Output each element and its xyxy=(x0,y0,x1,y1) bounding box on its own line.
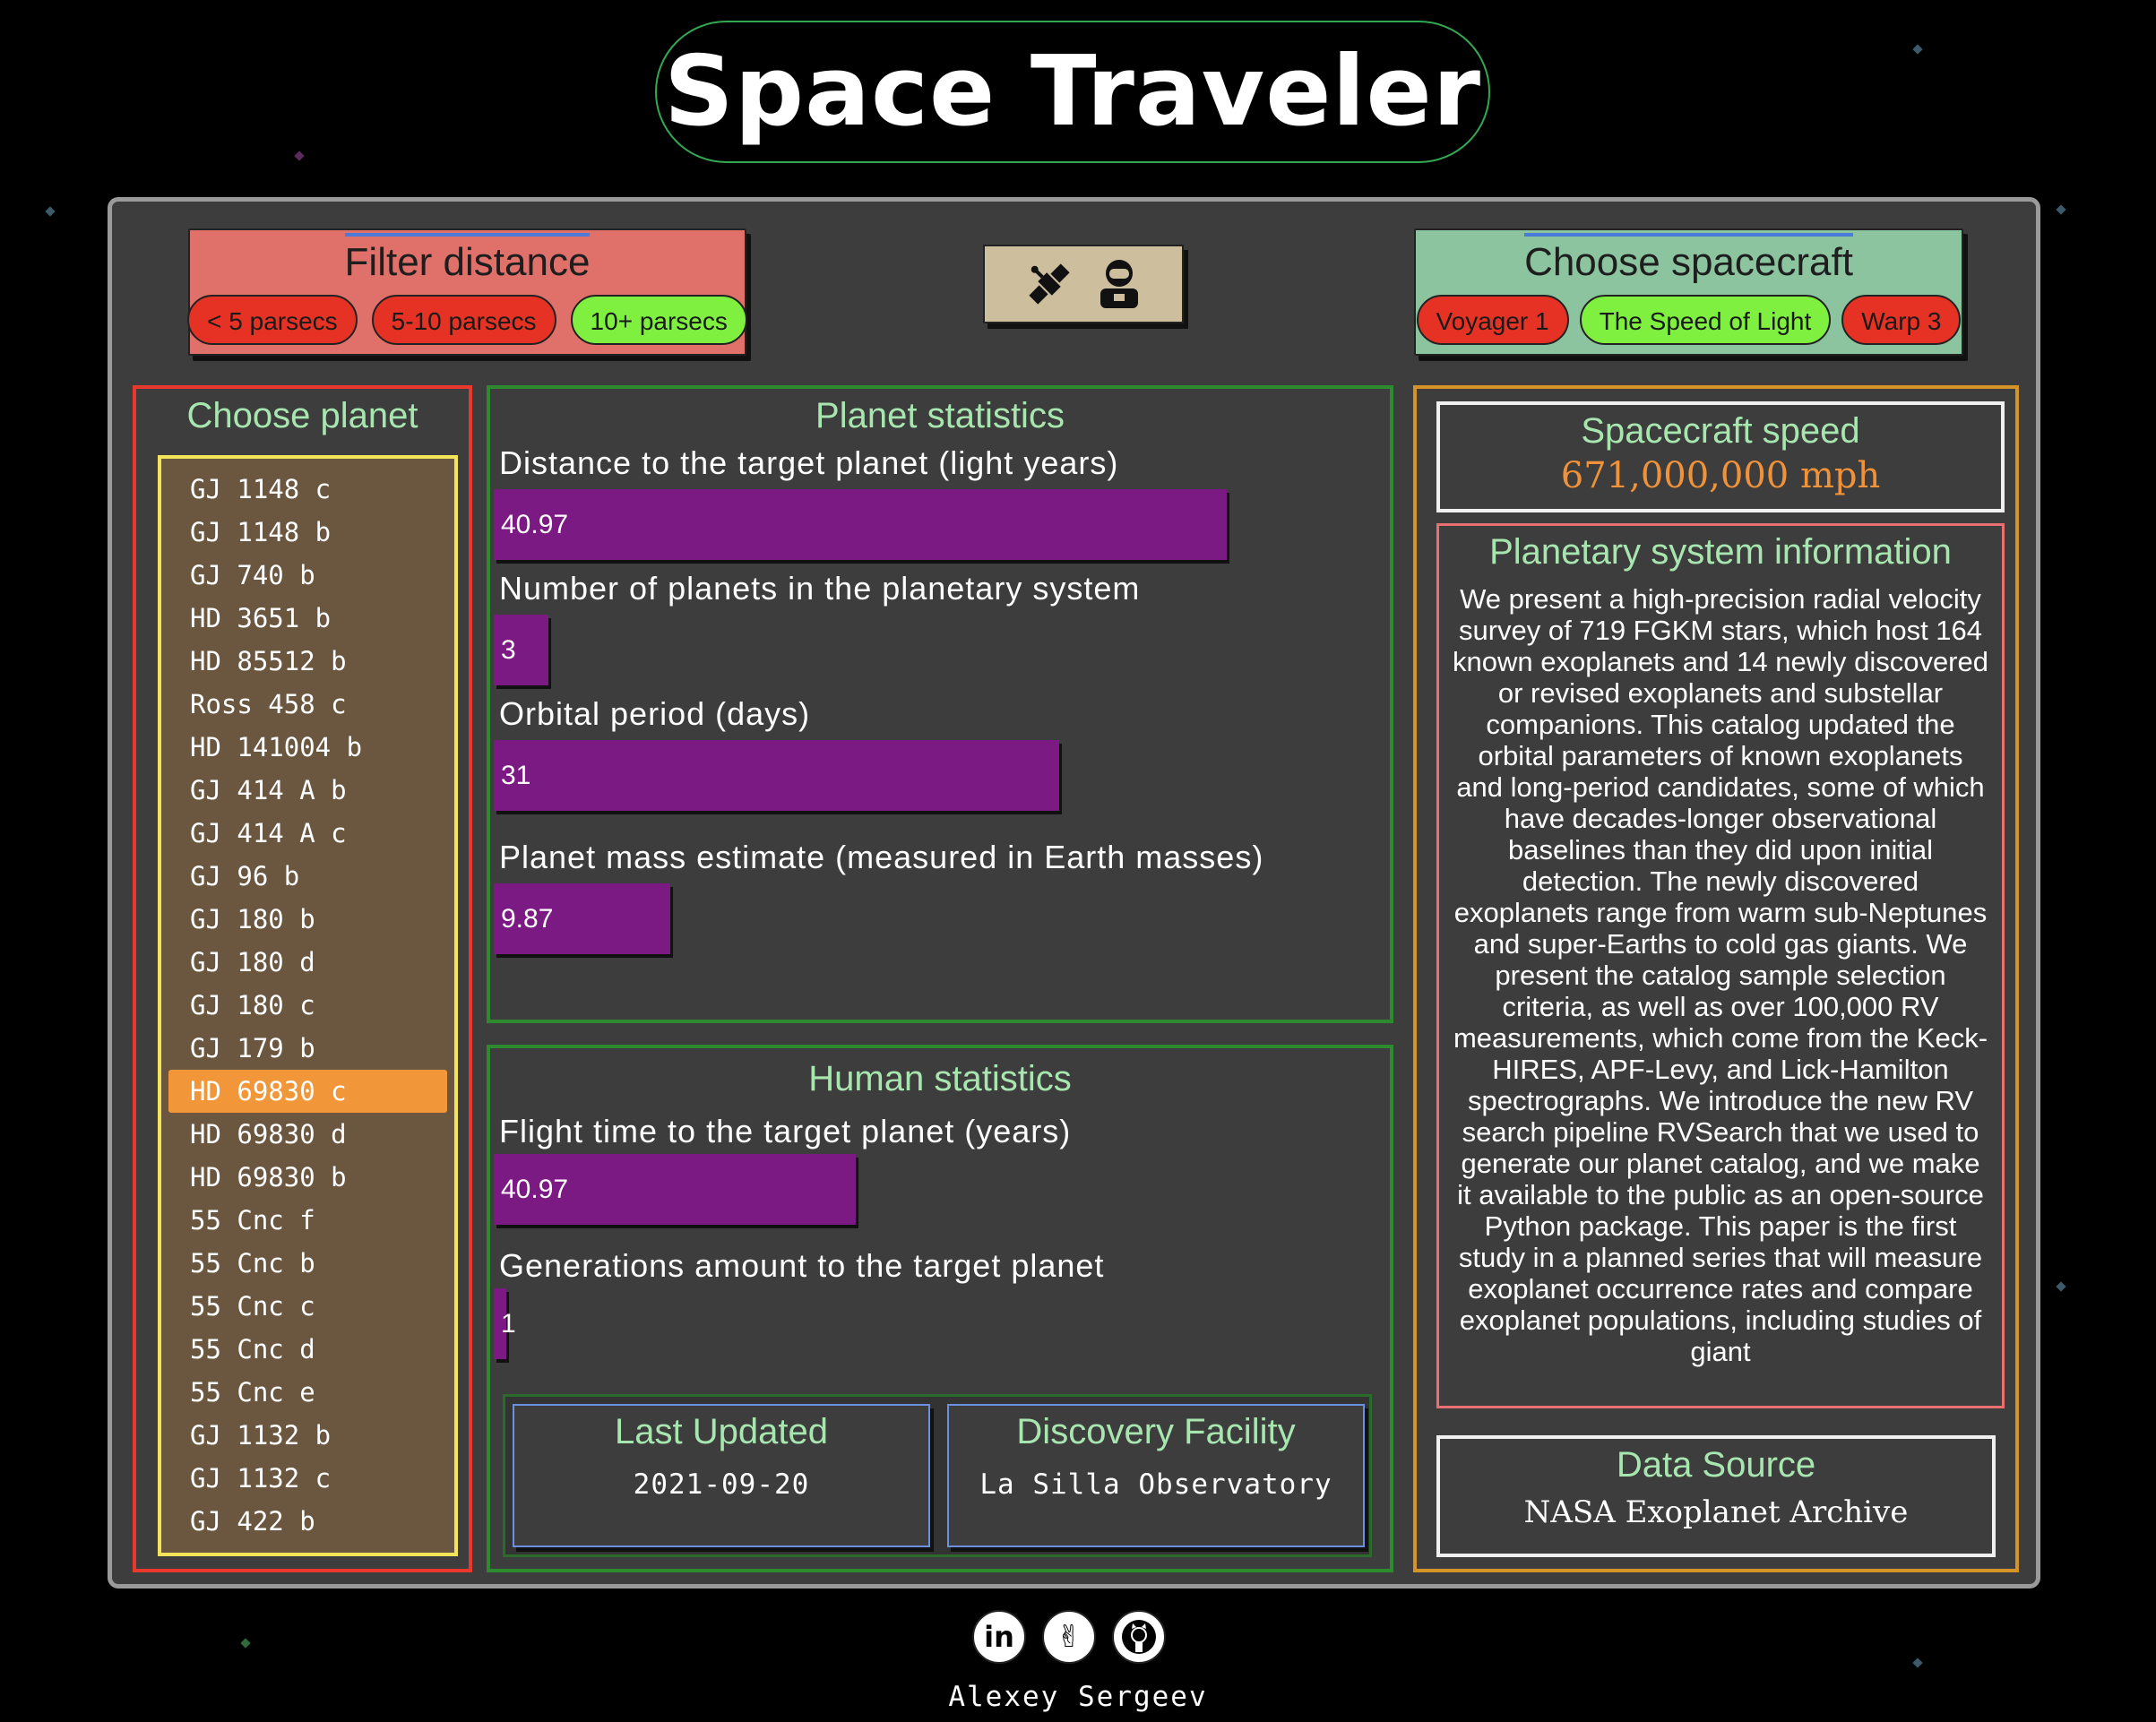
discovery-facility-box: Discovery Facility La Silla Observatory xyxy=(947,1404,1365,1547)
stat-bar: 31 xyxy=(494,740,1059,811)
planetary-system-info-title: Planetary system information xyxy=(1489,532,1952,572)
peace-hand-icon[interactable]: ✌ xyxy=(1042,1610,1096,1664)
stat-label: Orbital period (days) xyxy=(499,695,811,732)
stat-bar: 40.97 xyxy=(494,1154,856,1225)
choose-planet-title: Choose planet xyxy=(186,396,418,435)
human-statistics-panel: Human statistics Flight time to the targ… xyxy=(487,1045,1393,1572)
planet-statistics-title: Planet statistics xyxy=(815,396,1065,435)
stat-bar-value: 9.87 xyxy=(501,904,554,934)
stat-bar-value: 31 xyxy=(501,761,531,790)
author-name: Alexey Sergeev xyxy=(948,1681,1208,1713)
planet-list-item[interactable]: HD 69830 b xyxy=(168,1156,447,1199)
stat-bar-value: 40.97 xyxy=(501,1175,569,1204)
planet-list-item[interactable]: 55 Cnc d xyxy=(168,1328,447,1371)
star-decoration xyxy=(2056,204,2066,215)
planet-statistics-panel: Planet statistics Distance to the target… xyxy=(487,385,1393,1023)
planet-list-item[interactable]: HD 69830 d xyxy=(168,1113,447,1156)
spacecraft-speed-title: Spacecraft speed xyxy=(1581,411,1860,451)
stat-bar-value: 1 xyxy=(501,1309,516,1339)
planet-list-item[interactable]: 55 Cnc e xyxy=(168,1371,447,1414)
stat-label: Planet mass estimate (measured in Earth … xyxy=(499,839,1264,875)
data-source-box: Data Source NASA Exoplanet Archive xyxy=(1436,1435,1996,1557)
filter-distance-title: Filter distance xyxy=(344,233,591,284)
planet-list-item[interactable]: GJ 1132 c xyxy=(168,1457,447,1500)
planet-list-item[interactable]: GJ 1132 b xyxy=(168,1414,447,1457)
stat-bar: 9.87 xyxy=(494,883,670,954)
spacecraft-voyager-1-button[interactable]: Voyager 1 xyxy=(1416,295,1569,345)
footer-links: in ✌ xyxy=(972,1610,1166,1664)
planet-list-item[interactable]: HD 69830 c xyxy=(168,1070,447,1113)
planet-list-item[interactable]: GJ 414 A c xyxy=(168,812,447,855)
planet-list-item[interactable]: 55 Cnc c xyxy=(168,1285,447,1328)
planet-list-item[interactable]: HD 141004 b xyxy=(168,726,447,769)
planet-list-item[interactable]: GJ 179 b xyxy=(168,1027,447,1070)
star-decoration xyxy=(2056,1281,2066,1292)
choose-spacecraft-box: Choose spacecraft Voyager 1 The Speed of… xyxy=(1414,228,1963,356)
linkedin-icon[interactable]: in xyxy=(972,1610,1026,1664)
planet-list-item[interactable]: GJ 740 b xyxy=(168,554,447,597)
github-icon-glyph xyxy=(1122,1620,1156,1654)
filter-under-5-parsecs-button[interactable]: < 5 parsecs xyxy=(187,295,358,345)
astronaut-icon xyxy=(1100,260,1138,308)
planet-list-item[interactable]: HD 85512 b xyxy=(168,640,447,683)
last-updated-value: 2021-09-20 xyxy=(633,1468,810,1501)
spacecraft-speed-box: Spacecraft speed 671,000,000 mph xyxy=(1436,401,2005,512)
satellite-icon xyxy=(1029,263,1070,305)
planet-list-item[interactable]: 55 Cnc b xyxy=(168,1242,447,1285)
planet-list-item[interactable]: GJ 1148 b xyxy=(168,511,447,554)
github-icon[interactable] xyxy=(1112,1610,1166,1664)
choose-planet-panel: Choose planet GJ 1148 c GJ 1148 b GJ 740 b… xyxy=(133,385,472,1572)
filter-10-plus-parsecs-button[interactable]: 10+ parsecs xyxy=(570,295,747,345)
data-source-title: Data Source xyxy=(1616,1445,1816,1485)
star-decoration xyxy=(1912,1657,1923,1668)
stat-label: Distance to the target planet (light yea… xyxy=(499,444,1119,481)
planet-list[interactable]: GJ 1148 c GJ 1148 b GJ 740 b HD 3651 b HD 85… xyxy=(158,455,458,1556)
mode-toggle-button[interactable] xyxy=(983,245,1184,323)
spacecraft-warp-3-button[interactable]: Warp 3 xyxy=(1841,295,1962,345)
star-decoration xyxy=(1912,44,1923,55)
discovery-facility-title: Discovery Facility xyxy=(1016,1412,1296,1451)
app-title: Space Traveler xyxy=(664,36,1481,148)
stat-bar-value: 40.97 xyxy=(501,510,569,539)
spacecraft-speed-value: 671,000,000 mph xyxy=(1560,455,1881,496)
planet-list-item[interactable]: GJ 180 c xyxy=(168,984,447,1027)
planetary-system-info-text: We present a high-precision radial veloc… xyxy=(1453,583,1988,1367)
filter-5-10-parsecs-button[interactable]: 5-10 parsecs xyxy=(371,295,556,345)
human-statistics-title: Human statistics xyxy=(808,1059,1072,1098)
data-source-value: NASA Exoplanet Archive xyxy=(1523,1494,1909,1530)
app-title-banner: Space Traveler xyxy=(655,21,1490,163)
planet-list-item[interactable]: GJ 422 b xyxy=(168,1500,447,1543)
stat-bar: 40.97 xyxy=(494,489,1227,560)
spacecraft-speed-of-light-button[interactable]: The Speed of Light xyxy=(1579,295,1832,345)
planet-list-item[interactable]: 55 Cnc f xyxy=(168,1199,447,1242)
discovery-facility-value: La Silla Observatory xyxy=(979,1468,1332,1501)
main-panel: Filter distance < 5 parsecs 5-10 parsecs… xyxy=(108,197,2040,1589)
star-decoration xyxy=(45,206,56,217)
star-decoration xyxy=(294,151,305,161)
stat-label: Flight time to the target planet (years) xyxy=(499,1113,1072,1149)
last-updated-box: Last Updated 2021-09-20 xyxy=(513,1404,930,1547)
star-decoration xyxy=(240,1638,251,1649)
meta-info-container: Last Updated 2021-09-20 Discovery Facili… xyxy=(503,1394,1372,1557)
stat-bar: 1 xyxy=(494,1288,516,1359)
planet-list-item[interactable]: GJ 180 b xyxy=(168,898,447,941)
planet-list-item[interactable]: GJ 414 A b xyxy=(168,769,447,812)
planetary-system-info-box: Planetary system information We present … xyxy=(1436,523,2005,1408)
stat-bar-value: 3 xyxy=(501,635,516,665)
stat-label: Number of planets in the planetary syste… xyxy=(499,570,1141,607)
planet-list-item[interactable]: GJ 1148 c xyxy=(168,468,447,511)
choose-spacecraft-title: Choose spacecraft xyxy=(1524,233,1853,284)
stat-bar: 3 xyxy=(494,615,548,685)
planet-list-item[interactable]: GJ 96 b xyxy=(168,855,447,898)
right-info-panel: Spacecraft speed 671,000,000 mph Planeta… xyxy=(1413,385,2019,1572)
filter-distance-box: Filter distance < 5 parsecs 5-10 parsecs… xyxy=(187,228,747,356)
stat-label: Generations amount to the target planet xyxy=(499,1247,1105,1284)
planet-list-item[interactable]: Ross 458 c xyxy=(168,683,447,726)
planet-list-item[interactable]: HD 3651 b xyxy=(168,597,447,640)
planet-list-item[interactable]: GJ 180 d xyxy=(168,941,447,984)
last-updated-title: Last Updated xyxy=(615,1412,828,1451)
